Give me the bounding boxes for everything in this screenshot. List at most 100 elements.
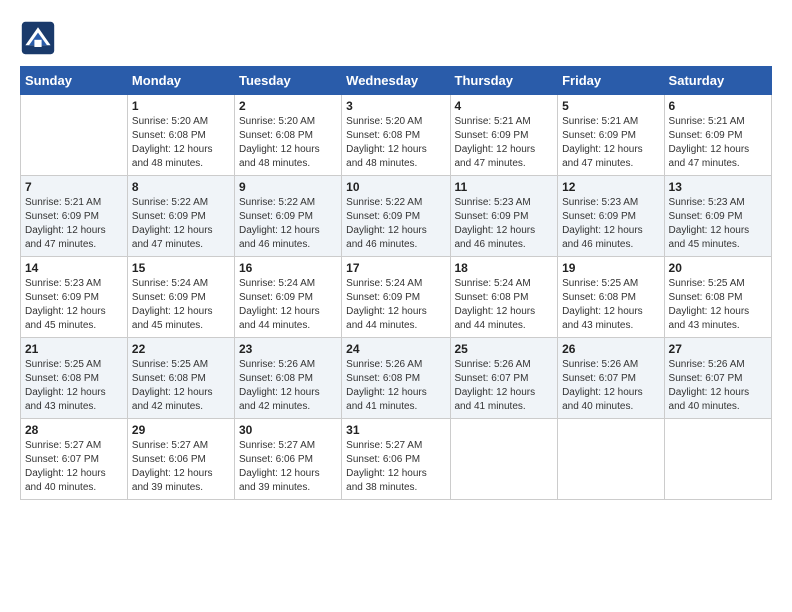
day-info: Sunrise: 5:26 AMSunset: 6:07 PMDaylight:… [455,358,554,414]
day-number: 26 [562,342,659,356]
day-number: 24 [346,342,445,356]
calendar-cell: 16Sunrise: 5:24 AMSunset: 6:09 PMDayligh… [234,257,341,338]
weekday-header-friday: Friday [558,67,664,95]
daylight-text: Daylight: 12 hours [669,224,767,238]
daylight-text: Daylight: 12 hours [562,305,659,319]
sunrise-text: Sunrise: 5:25 AM [132,358,230,372]
day-number: 15 [132,261,230,275]
sunrise-text: Sunrise: 5:22 AM [132,196,230,210]
calendar-cell: 19Sunrise: 5:25 AMSunset: 6:08 PMDayligh… [558,257,664,338]
calendar-cell: 10Sunrise: 5:22 AMSunset: 6:09 PMDayligh… [342,176,450,257]
sunrise-text: Sunrise: 5:21 AM [455,115,554,129]
calendar-cell: 7Sunrise: 5:21 AMSunset: 6:09 PMDaylight… [21,176,128,257]
daylight-text: Daylight: 12 hours [239,467,337,481]
daylight-minutes-text: and 48 minutes. [239,157,337,171]
calendar-cell: 5Sunrise: 5:21 AMSunset: 6:09 PMDaylight… [558,95,664,176]
sunrise-text: Sunrise: 5:23 AM [562,196,659,210]
day-number: 3 [346,99,445,113]
calendar-cell: 21Sunrise: 5:25 AMSunset: 6:08 PMDayligh… [21,338,128,419]
day-info: Sunrise: 5:22 AMSunset: 6:09 PMDaylight:… [239,196,337,252]
daylight-minutes-text: and 39 minutes. [132,481,230,495]
sunset-text: Sunset: 6:07 PM [669,372,767,386]
daylight-minutes-text: and 39 minutes. [239,481,337,495]
calendar-cell: 11Sunrise: 5:23 AMSunset: 6:09 PMDayligh… [450,176,558,257]
sunrise-text: Sunrise: 5:24 AM [239,277,337,291]
daylight-minutes-text: and 47 minutes. [669,157,767,171]
calendar-cell: 12Sunrise: 5:23 AMSunset: 6:09 PMDayligh… [558,176,664,257]
daylight-minutes-text: and 47 minutes. [25,238,123,252]
calendar-cell: 29Sunrise: 5:27 AMSunset: 6:06 PMDayligh… [127,419,234,500]
daylight-text: Daylight: 12 hours [455,386,554,400]
calendar-cell: 27Sunrise: 5:26 AMSunset: 6:07 PMDayligh… [664,338,771,419]
sunset-text: Sunset: 6:08 PM [346,129,445,143]
day-number: 10 [346,180,445,194]
sunrise-text: Sunrise: 5:23 AM [25,277,123,291]
sunrise-text: Sunrise: 5:24 AM [132,277,230,291]
day-number: 25 [455,342,554,356]
daylight-text: Daylight: 12 hours [132,143,230,157]
day-number: 8 [132,180,230,194]
calendar-cell: 26Sunrise: 5:26 AMSunset: 6:07 PMDayligh… [558,338,664,419]
day-info: Sunrise: 5:26 AMSunset: 6:08 PMDaylight:… [239,358,337,414]
daylight-minutes-text: and 40 minutes. [562,400,659,414]
sunrise-text: Sunrise: 5:24 AM [455,277,554,291]
daylight-minutes-text: and 48 minutes. [346,157,445,171]
calendar-cell: 31Sunrise: 5:27 AMSunset: 6:06 PMDayligh… [342,419,450,500]
day-info: Sunrise: 5:23 AMSunset: 6:09 PMDaylight:… [562,196,659,252]
sunrise-text: Sunrise: 5:27 AM [132,439,230,453]
sunrise-text: Sunrise: 5:26 AM [562,358,659,372]
sunset-text: Sunset: 6:09 PM [239,291,337,305]
day-info: Sunrise: 5:27 AMSunset: 6:06 PMDaylight:… [346,439,445,495]
sunset-text: Sunset: 6:09 PM [669,129,767,143]
sunset-text: Sunset: 6:09 PM [455,210,554,224]
daylight-minutes-text: and 41 minutes. [455,400,554,414]
sunset-text: Sunset: 6:08 PM [239,129,337,143]
sunset-text: Sunset: 6:09 PM [132,291,230,305]
day-info: Sunrise: 5:25 AMSunset: 6:08 PMDaylight:… [669,277,767,333]
calendar-cell: 23 Sunrise: 5:26 AMSunset: 6:08 PMDayligh… [234,338,341,419]
calendar-cell: 8Sunrise: 5:22 AMSunset: 6:09 PMDaylight… [127,176,234,257]
daylight-text: Daylight: 12 hours [346,305,445,319]
weekday-header-saturday: Saturday [664,67,771,95]
daylight-minutes-text: and 38 minutes. [346,481,445,495]
day-number: 27 [669,342,767,356]
day-info: Sunrise: 5:20 AMSunset: 6:08 PMDaylight:… [346,115,445,171]
daylight-text: Daylight: 12 hours [239,386,337,400]
sunset-text: Sunset: 6:06 PM [239,453,337,467]
daylight-text: Daylight: 12 hours [132,224,230,238]
sunset-text: Sunset: 6:09 PM [239,210,337,224]
daylight-text: Daylight: 12 hours [455,224,554,238]
sunrise-text: Sunrise: 5:25 AM [669,277,767,291]
daylight-minutes-text: and 40 minutes. [669,400,767,414]
sunset-text: Sunset: 6:08 PM [562,291,659,305]
daylight-minutes-text: and 45 minutes. [25,319,123,333]
sunset-text: Sunset: 6:08 PM [239,372,337,386]
day-number: 20 [669,261,767,275]
calendar-cell: 3 Sunrise: 5:20 AMSunset: 6:08 PMDaylight… [342,95,450,176]
sunset-text: Sunset: 6:09 PM [562,129,659,143]
daylight-text: Daylight: 12 hours [455,305,554,319]
sunrise-text: Sunrise: 5:26 AM [455,358,554,372]
day-number: 9 [239,180,337,194]
logo [20,20,62,56]
day-info: Sunrise: 5:26 AMSunset: 6:08 PMDaylight:… [346,358,445,414]
weekday-header-row: SundayMondayTuesdayWednesdayThursdayFrid… [21,67,772,95]
calendar-week-row: 21Sunrise: 5:25 AMSunset: 6:08 PMDayligh… [21,338,772,419]
sunset-text: Sunset: 6:06 PM [346,453,445,467]
calendar-week-row: 14Sunrise: 5:23 AMSunset: 6:09 PMDayligh… [21,257,772,338]
sunrise-text: Sunrise: 5:27 AM [239,439,337,453]
day-info: Sunrise: 5:20 AMSunset: 6:08 PMDaylight:… [239,115,337,171]
daylight-minutes-text: and 45 minutes. [669,238,767,252]
sunset-text: Sunset: 6:07 PM [562,372,659,386]
calendar-cell: 30Sunrise: 5:27 AMSunset: 6:06 PMDayligh… [234,419,341,500]
daylight-minutes-text: and 45 minutes. [132,319,230,333]
sunset-text: Sunset: 6:08 PM [132,129,230,143]
sunset-text: Sunset: 6:09 PM [346,210,445,224]
logo-icon [20,20,56,56]
day-number: 23 [239,342,337,356]
calendar-cell [664,419,771,500]
day-number: 18 [455,261,554,275]
calendar-cell [558,419,664,500]
day-number: 4 [455,99,554,113]
daylight-minutes-text: and 47 minutes. [562,157,659,171]
